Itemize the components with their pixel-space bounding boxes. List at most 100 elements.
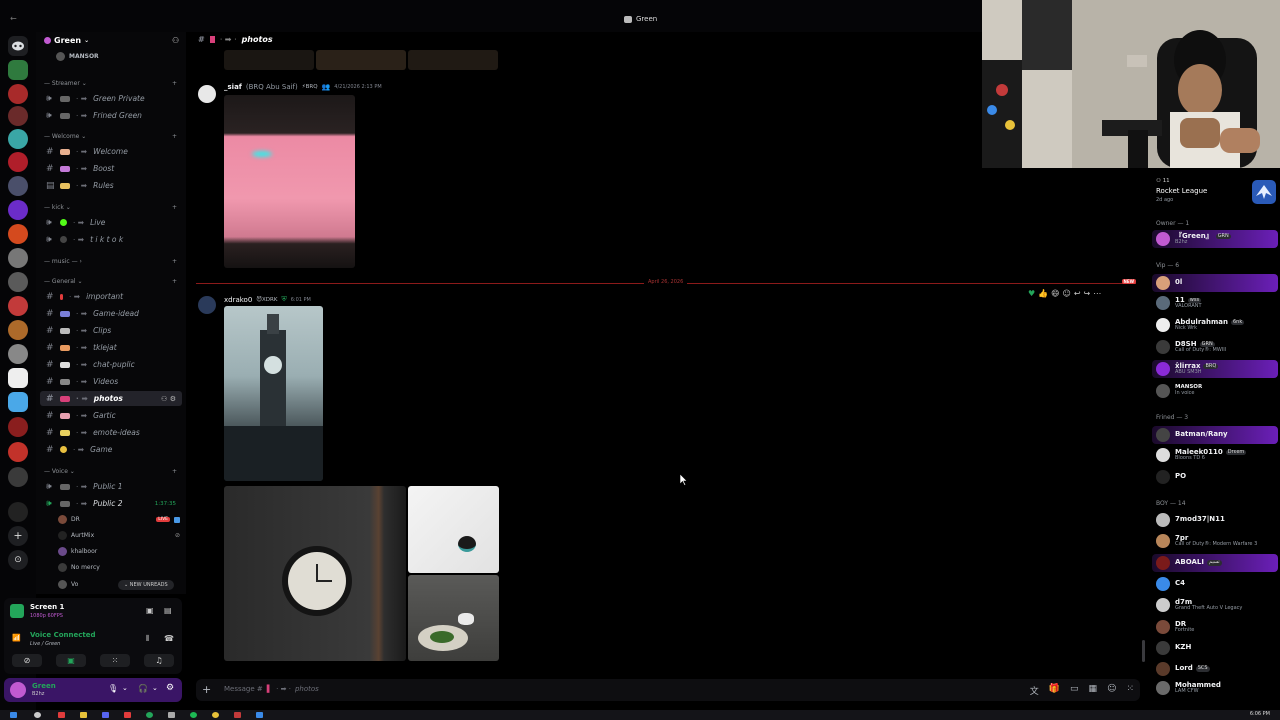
taskbar-app-icon[interactable] [256, 712, 263, 718]
voice-user[interactable]: AurtMix ⊘ [58, 531, 180, 540]
member-item[interactable]: 0l [1152, 274, 1278, 292]
server-icon[interactable] [8, 392, 28, 412]
discord-home-icon[interactable] [8, 36, 28, 56]
add-channel-icon[interactable]: + [172, 133, 177, 140]
channel-important[interactable]: # ⋅ ➡ important [40, 289, 182, 304]
reply-icon[interactable]: ↩ [1074, 289, 1081, 298]
member-item[interactable]: ABOALI تسيم [1152, 554, 1278, 572]
soundboard-button[interactable]: ♫ [144, 654, 174, 667]
category-kick[interactable]: — kick ⌄ + [44, 204, 177, 211]
disconnect-icon[interactable]: ☎ [164, 634, 174, 643]
message-composer[interactable]: + Message # ▌ ⋅ ➡ ⋅ photos 文 🎁 ▭ ▦ ☺ ⁙ [196, 679, 1140, 701]
category-music[interactable]: — music — › + [44, 258, 177, 265]
server-icon[interactable] [8, 502, 28, 522]
author-name[interactable]: xdrako0 [224, 296, 252, 304]
image-attachment[interactable] [408, 575, 499, 661]
category-welcome[interactable]: — Welcome ⌄ + [44, 133, 177, 140]
server-icon[interactable] [8, 442, 28, 462]
taskbar-app-icon[interactable] [102, 712, 109, 718]
category-voice[interactable]: — Voice ⌄ + [44, 468, 177, 475]
taskbar-app-icon[interactable] [168, 712, 175, 718]
channel-tiktok[interactable]: 🕪 ⋅ ➡ t i k t o k [40, 232, 182, 247]
add-channel-icon[interactable]: + [172, 278, 177, 285]
server-icon[interactable] [8, 296, 28, 316]
activity-card[interactable]: ⚇ 11 Rocket League 2d ago [1152, 176, 1276, 210]
stream-settings-icon[interactable]: ▣ [146, 606, 154, 615]
channel-live[interactable]: 🕪 ⋅ ➡ Live [40, 215, 182, 230]
new-unreads-pill[interactable]: ⌄ NEW UNREADS [118, 580, 174, 590]
taskbar-app-icon[interactable] [234, 712, 241, 718]
image-attachment[interactable] [224, 486, 406, 661]
voice-user[interactable]: MANSOR [56, 52, 99, 61]
server-icon[interactable] [8, 176, 28, 196]
gift-icon[interactable]: 🎁 [1049, 684, 1060, 697]
heart-icon[interactable]: ♥ [1028, 289, 1035, 298]
server-name[interactable]: Green ⌄ [44, 36, 89, 45]
member-item[interactable]: D8SH GRN Call of Duty®: MWIII [1152, 338, 1278, 356]
taskbar-app-icon[interactable] [212, 712, 219, 718]
image-attachment[interactable] [408, 486, 499, 573]
member-item[interactable]: PO [1152, 468, 1278, 486]
voice-user[interactable]: No mercy [58, 563, 100, 572]
voice-user[interactable]: khalboor [58, 547, 97, 556]
avatar[interactable] [10, 682, 26, 698]
channel-settings-icon[interactable]: ⚇ ⚙ [161, 395, 176, 403]
member-item[interactable]: MANSOR In voice [1152, 382, 1278, 400]
translate-icon[interactable]: 文 [1030, 684, 1039, 697]
channel-videos[interactable]: # ⋅ ➡ Videos [40, 374, 182, 389]
headphones-icon[interactable]: 🎧 [138, 684, 148, 693]
activities-button[interactable]: ⁙ [100, 654, 130, 667]
avatar[interactable] [198, 296, 216, 314]
channel-frined-green[interactable]: 🕪 ⋅ ➡ Frined Green [40, 108, 182, 123]
server-icon[interactable] [8, 344, 28, 364]
taskbar-app-icon[interactable] [80, 712, 87, 718]
image-attachment[interactable] [224, 95, 355, 268]
attach-plus-icon[interactable]: + [202, 683, 211, 696]
server-icon[interactable] [8, 200, 28, 220]
category-streamer[interactable]: — Streamer ⌄ + [44, 80, 177, 87]
add-channel-icon[interactable]: + [172, 468, 177, 475]
channel-green-private[interactable]: 🕪 ⋅ ➡ Green Private [40, 91, 182, 106]
category-general[interactable]: — General ⌄ + [44, 278, 177, 285]
image-attachment[interactable] [316, 50, 406, 70]
member-item[interactable]: Batman/Rany [1152, 426, 1278, 444]
member-item[interactable]: 7mod37|N11 [1152, 511, 1278, 529]
channel-chat-puplic[interactable]: # ⋅ ➡ chat-puplic [40, 357, 182, 372]
sticker-icon[interactable]: ▦ [1089, 684, 1098, 697]
member-item[interactable]: Abdulrahman 6nk Nick Wrk [1152, 316, 1278, 334]
add-reaction-icon[interactable]: ☺ [1062, 289, 1070, 298]
screen-share-button[interactable]: ▣ [56, 654, 86, 667]
image-attachment[interactable] [224, 50, 314, 70]
discover-icon[interactable]: ⊙ [8, 550, 28, 570]
channel-photos[interactable]: # ⋅ ➡ photos ⚇ ⚙ [40, 391, 182, 406]
channel-public-2[interactable]: 🕪 ⋅ ➡ Public 2 1:37:35 [40, 496, 182, 511]
add-channel-icon[interactable]: + [172, 80, 177, 87]
taskbar-app-icon[interactable] [58, 712, 65, 718]
server-icon[interactable] [8, 106, 28, 126]
add-member-icon[interactable]: ⚇ [172, 36, 179, 45]
microphone-icon[interactable]: 🎙 [108, 684, 118, 693]
server-icon[interactable] [8, 467, 28, 487]
member-item[interactable]: DR Fortnite [1152, 618, 1278, 636]
popout-icon[interactable]: ▤ [164, 606, 172, 615]
apps-icon[interactable]: ⁙ [1126, 684, 1134, 697]
scrollbar[interactable] [1142, 640, 1145, 662]
author-name[interactable]: _siaf [224, 83, 242, 91]
member-item[interactable]: 11 wss VALORANT [1152, 294, 1278, 312]
member-item[interactable]: Mohammed LAM CFW [1152, 679, 1278, 697]
server-icon[interactable] [8, 152, 28, 172]
chevron-down-icon[interactable]: ⌄ [152, 684, 158, 692]
member-item[interactable]: x̂lirrax BRQ ABU SM3H [1152, 360, 1278, 378]
gif-icon[interactable]: ▭ [1070, 684, 1079, 697]
taskbar-app-icon[interactable] [146, 712, 153, 718]
server-icon[interactable] [8, 320, 28, 340]
channel-clips[interactable]: # ⋅ ➡ Clips [40, 323, 182, 338]
server-icon[interactable] [8, 84, 28, 104]
member-item[interactable]: KZH [1152, 639, 1278, 657]
server-icon[interactable] [8, 129, 28, 149]
noise-suppression-icon[interactable]: ⫴ [146, 634, 149, 644]
server-icon[interactable] [8, 224, 28, 244]
member-item[interactable]: 『Green』 GRN B2hz [1152, 230, 1278, 248]
member-item[interactable]: Maleek0110 Drεem Bloons TD 6 [1152, 446, 1278, 464]
camera-off-button[interactable]: ⊘ [12, 654, 42, 667]
